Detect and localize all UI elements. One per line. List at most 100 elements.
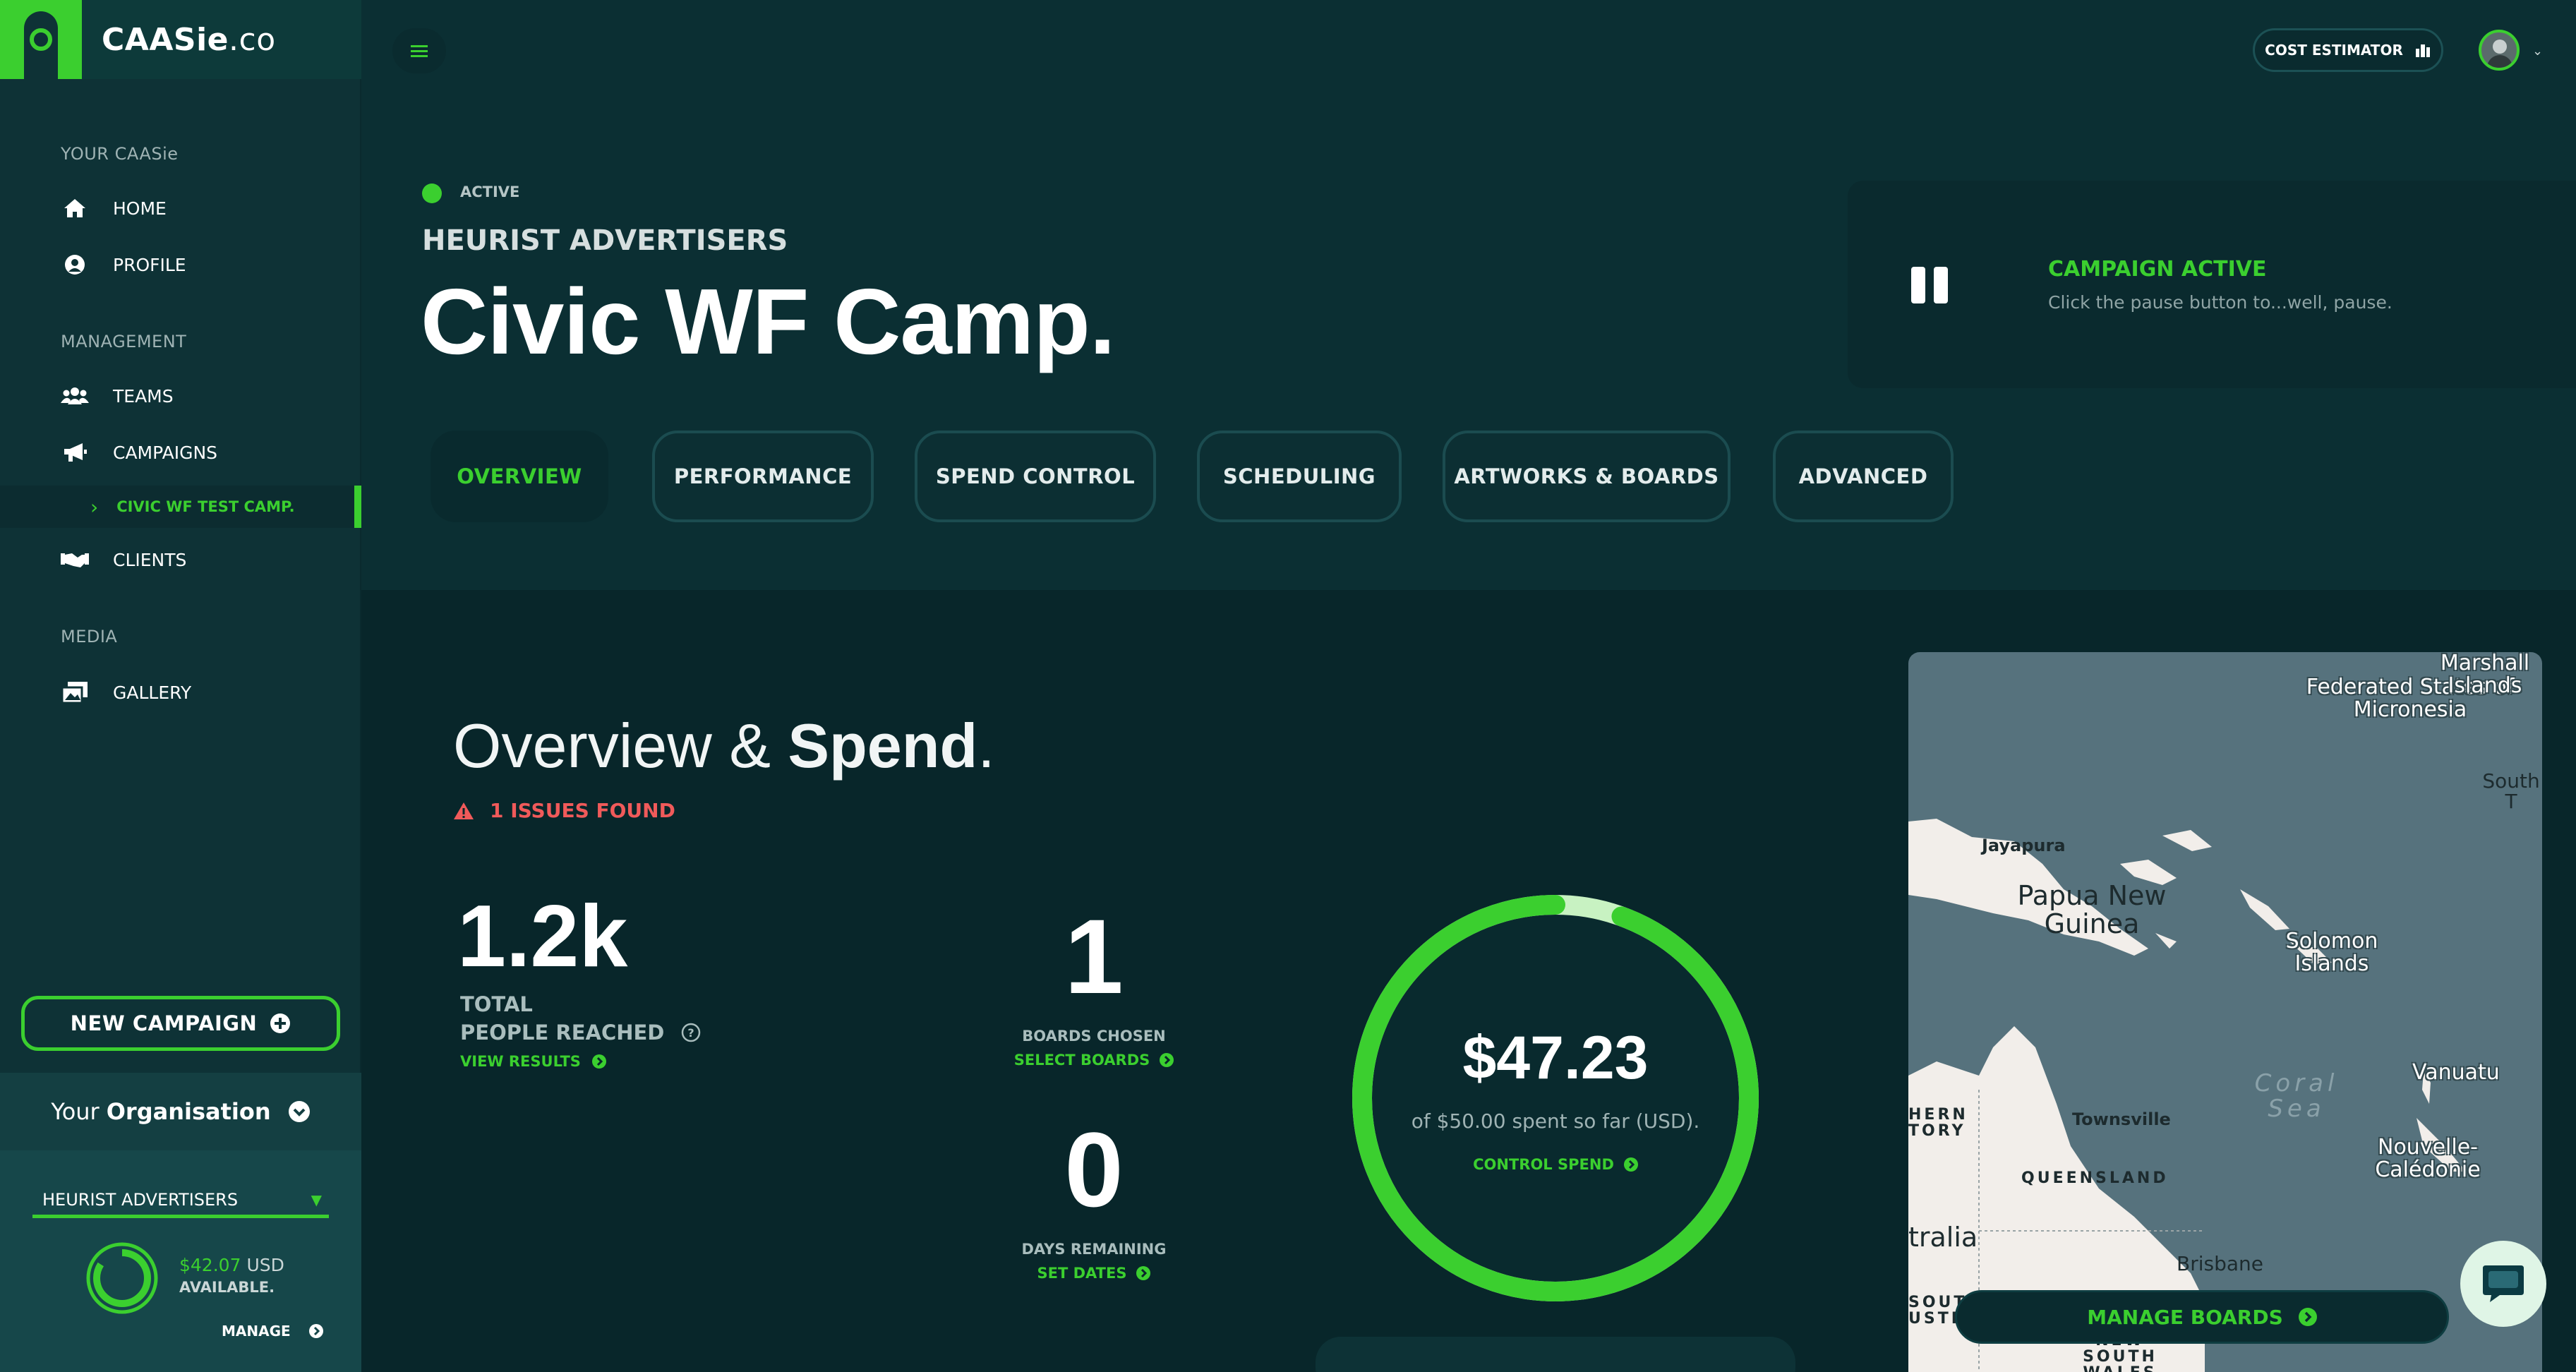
megaphone-icon	[61, 438, 89, 467]
hamburger-icon	[411, 44, 428, 58]
map-label: HERN TORY	[1908, 1106, 1968, 1141]
map-label: Coral Sea	[2254, 1069, 2339, 1123]
sidebar-item-teams[interactable]: TEAMS	[61, 378, 174, 414]
control-spend-link[interactable]: CONTROL SPEND	[1345, 1156, 1766, 1173]
sidebar-item-label: CAMPAIGNS	[113, 442, 218, 463]
map-label: Brisbane	[2177, 1252, 2263, 1275]
plus-circle-icon	[270, 1013, 291, 1034]
section-title: Overview & Spend.	[453, 711, 995, 781]
organisation-panel: HEURIST ADVERTISERS ▼ $42.07 USD AVAILAB…	[0, 1150, 361, 1372]
map-label: South T	[2482, 769, 2540, 814]
organisation-select[interactable]: HEURIST ADVERTISERS ▼	[32, 1184, 329, 1218]
organisation-toggle[interactable]: Your Organisation	[0, 1073, 361, 1150]
menu-button[interactable]	[392, 28, 446, 73]
campaign-state-subtitle: Click the pause button to...well, pause.	[2048, 292, 2393, 313]
tab-artworks-boards[interactable]: ARTWORKS & BOARDS	[1443, 431, 1731, 522]
boards-map[interactable]: Federated States of Micronesia Marshall …	[1908, 652, 2542, 1372]
campaign-state-card: CAMPAIGN ACTIVE Click the pause button t…	[1848, 181, 2576, 388]
funds-available-label: AVAILABLE.	[179, 1279, 275, 1296]
brand-bar[interactable]: CAASie.co	[0, 0, 361, 79]
sidebar-item-label: TEAMS	[113, 385, 174, 407]
tab-spend-control[interactable]: SPEND CONTROL	[915, 431, 1156, 522]
days-remaining-value: 0	[1064, 1110, 1124, 1229]
cost-estimator-button[interactable]: COST ESTIMATOR	[2253, 28, 2443, 72]
caret-down-icon: ▼	[311, 1191, 322, 1208]
sidebar-item-label: PROFILE	[113, 254, 186, 275]
home-icon	[61, 194, 89, 222]
boards-chosen-value: 1	[1064, 897, 1124, 1016]
page-title: Civic WF Camp.	[421, 270, 1115, 373]
tab-performance[interactable]: PERFORMANCE	[652, 431, 874, 522]
map-label: Papua New Guinea	[2017, 880, 2167, 939]
tab-advanced[interactable]: ADVANCED	[1773, 431, 1954, 522]
set-dates-link[interactable]: SET DATES	[988, 1265, 1200, 1282]
tab-overview[interactable]: OVERVIEW	[431, 431, 608, 522]
warning-icon	[453, 802, 474, 820]
brand-logo-icon	[0, 0, 82, 79]
sidebar-item-label: CLIENTS	[113, 549, 187, 570]
summary-card	[1316, 1337, 1795, 1372]
campaign-state-title: CAMPAIGN ACTIVE	[2048, 257, 2267, 282]
arrow-right-circle-icon	[1160, 1053, 1174, 1067]
arrow-right-circle-icon	[591, 1054, 606, 1069]
calculator-icon	[2414, 43, 2431, 57]
people-reached-value: 1.2k	[457, 888, 628, 985]
map-label: tralia	[1908, 1222, 1978, 1253]
days-remaining-label: DAYS REMAINING	[1021, 1241, 1167, 1258]
sidebar: CAASie.co YOUR CAASie HOME PROFILE MANAG…	[0, 0, 361, 1372]
map-label: Nouvelle-Calédonie	[2375, 1135, 2481, 1182]
svg-text:?: ?	[688, 1026, 694, 1040]
avatar[interactable]	[2479, 30, 2520, 71]
section-your-caasie: YOUR CAASie	[61, 144, 179, 164]
sidebar-item-profile[interactable]: PROFILE	[61, 247, 186, 282]
status-indicator	[422, 183, 442, 203]
map-label: QUEENSLAND	[2021, 1169, 2169, 1187]
sidebar-subitem-current-campaign[interactable]: › CIVIC WF TEST CAMP.	[0, 486, 361, 528]
chevron-right-icon: ›	[90, 495, 99, 519]
manage-funds-link[interactable]: MANAGE	[222, 1323, 323, 1340]
arrow-right-circle-icon	[1136, 1266, 1151, 1280]
sidebar-item-label: HOME	[113, 198, 167, 219]
sidebar-item-gallery[interactable]: GALLERY	[61, 675, 191, 710]
spend-subtitle: of $50.00 spent so far (USD).	[1411, 1109, 1700, 1133]
map-label: Solomon Islands	[2285, 929, 2378, 976]
map-label: Jayapura	[1982, 836, 2066, 855]
map-label: SOUT USTRA	[1908, 1294, 1981, 1328]
boards-chosen-stat: 1 BOARDS CHOSEN SELECT BOARDS	[988, 903, 1200, 1069]
days-remaining-stat: 0 DAYS REMAINING SET DATES	[988, 1117, 1200, 1282]
issues-alert[interactable]: 1 ISSUES FOUND	[453, 799, 675, 822]
funds-ring	[86, 1242, 158, 1314]
tab-scheduling[interactable]: SCHEDULING	[1197, 431, 1402, 522]
select-boards-link[interactable]: SELECT BOARDS	[988, 1052, 1200, 1069]
manage-boards-button[interactable]: MANAGE BOARDS	[1955, 1290, 2449, 1344]
handshake-icon	[61, 546, 89, 574]
sidebar-item-home[interactable]: HOME	[61, 191, 167, 226]
view-results-link[interactable]: VIEW RESULTS	[460, 1053, 606, 1070]
pause-button[interactable]	[1911, 267, 1951, 303]
section-management: MANAGEMENT	[61, 332, 187, 351]
spend-ring	[1352, 895, 1759, 1301]
map-label: Vanuatu	[2412, 1060, 2500, 1085]
arrow-right-circle-icon	[1623, 1157, 1638, 1172]
boards-chosen-label: BOARDS CHOSEN	[1022, 1028, 1166, 1045]
sidebar-item-campaigns[interactable]: CAMPAIGNS	[61, 435, 217, 470]
brand-name: CAASie.co	[102, 21, 276, 58]
arrow-right-circle-icon	[308, 1324, 323, 1338]
people-reached-label: PEOPLE REACHED ?	[460, 1021, 701, 1045]
client-name: HEURIST ADVERTISERS	[422, 224, 788, 257]
map-label: Marshall Islands	[2440, 652, 2530, 698]
chat-button[interactable]	[2460, 1241, 2546, 1327]
chevron-down-icon[interactable]: ⌄	[2532, 44, 2543, 59]
arrow-right-circle-icon	[2298, 1308, 2317, 1326]
sidebar-item-clients[interactable]: CLIENTS	[61, 542, 186, 577]
funds-amount: $42.07 USD	[179, 1255, 284, 1275]
spend-amount: $47.23	[1462, 1024, 1649, 1092]
section-media: MEDIA	[61, 627, 118, 646]
sidebar-item-label: GALLERY	[113, 682, 192, 703]
images-icon	[61, 678, 89, 706]
user-circle-icon	[61, 251, 89, 279]
help-icon[interactable]: ?	[681, 1023, 701, 1042]
new-campaign-button[interactable]: NEW CAMPAIGN	[21, 996, 340, 1051]
map-label: Townsville	[2072, 1109, 2171, 1129]
chat-icon	[2481, 1264, 2525, 1304]
